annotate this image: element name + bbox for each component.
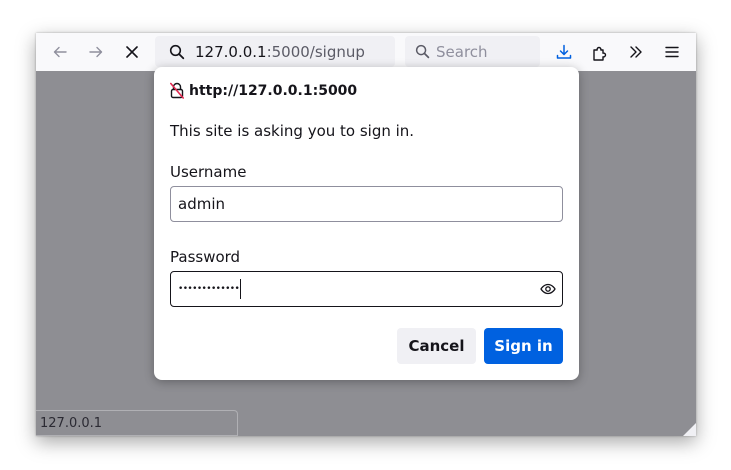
reveal-password-button[interactable]: [540, 281, 556, 301]
search-bar[interactable]: Search: [405, 36, 540, 67]
search-placeholder: Search: [436, 42, 488, 61]
back-button[interactable]: [46, 38, 74, 66]
hamburger-menu-icon: [665, 46, 679, 58]
stop-button[interactable]: [118, 38, 146, 66]
dialog-origin: http://127.0.0.1:5000: [170, 82, 357, 99]
download-icon: [556, 44, 572, 59]
url-path: :5000/signup: [266, 42, 365, 61]
navigation-toolbar: 127.0.0.1:5000/signup Search: [36, 33, 696, 71]
cancel-button[interactable]: Cancel: [397, 328, 476, 364]
resize-grip[interactable]: [683, 423, 696, 436]
downloads-button[interactable]: [550, 38, 578, 66]
text-caret: [240, 279, 242, 299]
back-arrow-icon: [53, 46, 67, 58]
username-field[interactable]: admin: [170, 186, 563, 222]
search-icon: [169, 44, 185, 59]
status-panel: 127.0.0.1: [36, 410, 238, 436]
dialog-message: This site is asking you to sign in.: [170, 122, 415, 140]
password-label: Password: [170, 248, 241, 266]
url-text[interactable]: 127.0.0.1:5000/signup: [195, 43, 365, 61]
search-icon: [415, 44, 430, 59]
auth-dialog: http://127.0.0.1:5000 This site is askin…: [154, 67, 579, 380]
extensions-button[interactable]: [586, 38, 614, 66]
puzzle-icon: [593, 46, 607, 61]
forward-button[interactable]: [82, 38, 110, 66]
password-field[interactable]: •••••••••••••: [170, 271, 563, 307]
chevron-double-right-icon: [630, 46, 642, 58]
forward-arrow-icon: [89, 46, 103, 58]
app-menu-button[interactable]: [658, 38, 686, 66]
insecure-lock-icon: [170, 82, 184, 99]
username-label: Username: [170, 163, 247, 181]
address-bar[interactable]: 127.0.0.1:5000/signup: [155, 36, 395, 67]
eye-icon: [540, 283, 556, 295]
password-masked-value: •••••••••••••: [178, 284, 240, 294]
sign-in-button[interactable]: Sign in: [484, 328, 563, 364]
overflow-button[interactable]: [622, 38, 650, 66]
dialog-origin-text: http://127.0.0.1:5000: [189, 82, 358, 99]
close-icon: [126, 46, 138, 58]
username-value: admin: [178, 195, 225, 213]
url-host: 127.0.0.1: [195, 42, 267, 61]
